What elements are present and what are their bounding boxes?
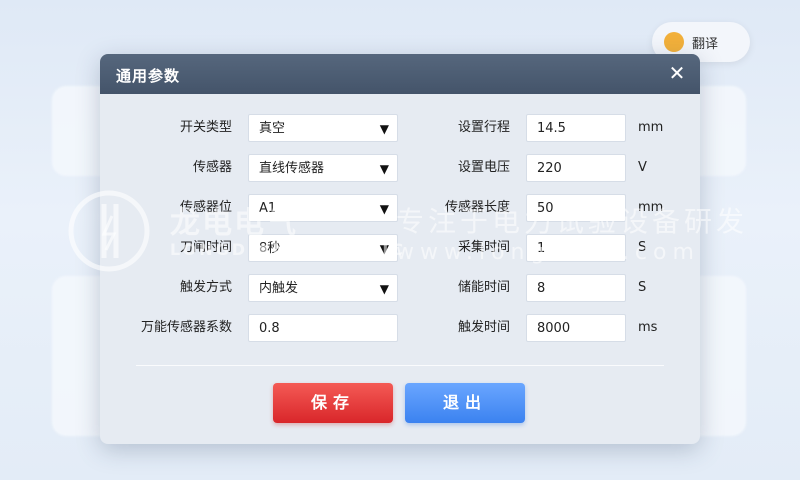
badge-text: 翻译: [692, 37, 719, 52]
right-field-value: 14.5: [537, 121, 566, 136]
right-field-unit: mm: [638, 120, 664, 135]
left-field-label: 传感器: [192, 160, 232, 175]
right-field-unit: mm: [638, 200, 664, 215]
right-field-input[interactable]: 8: [526, 274, 626, 302]
left-field-select[interactable]: A1 ▼: [248, 194, 398, 222]
left-field-value: A1: [259, 201, 277, 216]
left-field-label: 开关类型: [179, 120, 232, 135]
dropdown-arrow-icon[interactable]: ▼: [380, 235, 389, 263]
right-field-input[interactable]: 220: [526, 154, 626, 182]
dialog-title: 通用参数: [116, 67, 181, 85]
save-button[interactable]: 保存: [273, 383, 393, 423]
right-field-label: 传感器长度: [444, 200, 510, 215]
close-icon[interactable]: ✕: [666, 62, 688, 84]
dropdown-arrow-icon[interactable]: ▼: [380, 275, 389, 303]
right-field-input[interactable]: 50: [526, 194, 626, 222]
right-field-label: 采集时间: [457, 240, 510, 255]
badge-dot-icon: [664, 32, 684, 52]
right-field-value: 50: [537, 201, 554, 216]
right-field-value: 8000: [537, 321, 571, 336]
right-field-unit: S: [638, 240, 647, 255]
left-field-label: 传感器位: [179, 200, 232, 215]
dialog-titlebar: 通用参数 ✕: [100, 54, 700, 94]
right-field-unit: S: [638, 280, 647, 295]
right-field-label: 触发时间: [457, 320, 510, 335]
left-field-label: 万能传感器系数: [140, 320, 232, 335]
left-field-select[interactable]: 真空 ▼: [248, 114, 398, 142]
dropdown-arrow-icon[interactable]: ▼: [380, 195, 389, 223]
right-field-value: 1: [537, 241, 546, 256]
right-field-input[interactable]: 1: [526, 234, 626, 262]
right-field-input[interactable]: 8000: [526, 314, 626, 342]
right-field-unit: ms: [638, 320, 658, 335]
left-field-value: 真空: [259, 121, 286, 136]
left-field-value: 直线传感器: [259, 161, 325, 176]
dropdown-arrow-icon[interactable]: ▼: [380, 155, 389, 183]
right-field-label: 设置电压: [457, 160, 510, 175]
right-field-input[interactable]: 14.5: [526, 114, 626, 142]
right-field-label: 储能时间: [457, 280, 510, 295]
general-params-dialog: 通用参数 ✕ 开关类型 真空 ▼ 传感器 直线传感器 ▼ 传感器位 A1 ▼ 刀闸时间 8秒 ▼ 触发方…: [100, 54, 700, 444]
left-field-value: 0.8: [259, 321, 280, 336]
left-field-input[interactable]: 0.8: [248, 314, 398, 342]
dropdown-arrow-icon[interactable]: ▼: [380, 115, 389, 143]
left-field-select[interactable]: 内触发 ▼: [248, 274, 398, 302]
right-field-unit: V: [638, 160, 647, 175]
left-field-label: 触发方式: [179, 280, 232, 295]
right-field-value: 8: [537, 281, 546, 296]
left-field-value: 内触发: [259, 281, 299, 296]
exit-button[interactable]: 退出: [405, 383, 525, 423]
left-field-select[interactable]: 8秒 ▼: [248, 234, 398, 262]
left-field-label: 刀闸时间: [179, 240, 232, 255]
left-field-select[interactable]: 直线传感器 ▼: [248, 154, 398, 182]
right-field-label: 设置行程: [457, 120, 510, 135]
left-field-value: 8秒: [259, 241, 281, 256]
divider: [136, 365, 664, 366]
right-field-value: 220: [537, 161, 562, 176]
